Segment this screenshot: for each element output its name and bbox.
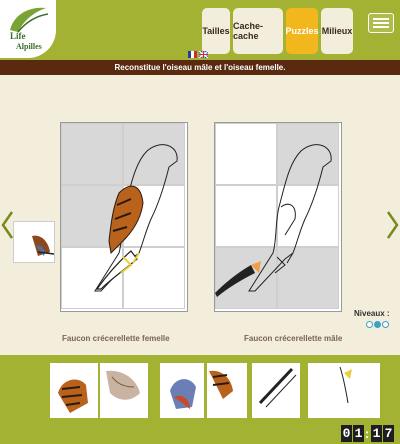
logo-line1: Life (10, 31, 26, 41)
puzzle-female (60, 122, 188, 312)
piece-fragment (58, 379, 88, 413)
french-flag-icon[interactable] (188, 51, 197, 58)
puzzle-piece[interactable] (100, 363, 148, 418)
next-arrow-icon[interactable] (386, 210, 400, 240)
logo-leaf-icon (10, 7, 49, 33)
piece-fragment (209, 370, 233, 399)
tab-cache-cache[interactable]: Cache-cache (233, 8, 283, 54)
previous-arrow-icon[interactable] (0, 210, 14, 240)
english-flag-icon[interactable] (199, 51, 208, 58)
tab-tailles[interactable]: Tailles (202, 8, 230, 54)
puzzle-piece[interactable] (252, 363, 300, 418)
puzzle-piece[interactable] (160, 363, 204, 418)
piece-fragment (339, 366, 352, 404)
timer-digit: 1 (353, 425, 364, 442)
puzzle-piece[interactable] (308, 363, 380, 418)
levels-label: Niveaux : (354, 309, 390, 318)
pieces-tray: 0 1 : 1 7 (0, 355, 400, 444)
dragging-piece[interactable] (13, 221, 55, 263)
bird-outline-female (94, 144, 178, 292)
timer-digit: 0 (341, 425, 352, 442)
timer-digit: 1 (371, 425, 382, 442)
puzzle-board: Faucon crécerellette femelle Faucon créc… (0, 75, 400, 355)
caption-male: Faucon crécerellette mâle (244, 334, 343, 343)
caption-female: Faucon crécerellette femelle (62, 334, 170, 343)
timer-digit: 7 (383, 425, 394, 442)
puzzle-piece[interactable] (50, 363, 98, 418)
timer-separator: : (364, 426, 370, 441)
header: Life Alpilles Tailles Cache-cache Puzzle… (0, 0, 400, 58)
menu-button[interactable] (368, 13, 394, 33)
level-dot-2[interactable] (374, 321, 381, 328)
piece-fragment (258, 367, 297, 408)
puzzle-piece[interactable] (207, 363, 247, 418)
instruction-banner: Reconstitue l'oiseau mâle et l'oiseau fe… (0, 60, 400, 75)
life-alpilles-logo[interactable]: Life Alpilles (0, 0, 56, 58)
tab-puzzles[interactable]: Puzzles (286, 8, 319, 54)
piece-fragment (170, 379, 196, 409)
piece-fragment (106, 370, 140, 400)
puzzle-male (214, 122, 342, 312)
hamburger-line (373, 26, 389, 28)
level-dot-3[interactable] (382, 321, 389, 328)
bird-outline-male (215, 144, 332, 297)
hamburger-icon (373, 18, 389, 20)
tab-milieux[interactable]: Milieux (321, 8, 353, 54)
logo-line2: Alpilles (16, 42, 42, 51)
hamburger-line (373, 22, 389, 24)
piece-fragment (32, 235, 55, 256)
level-dot-1[interactable] (366, 321, 373, 328)
